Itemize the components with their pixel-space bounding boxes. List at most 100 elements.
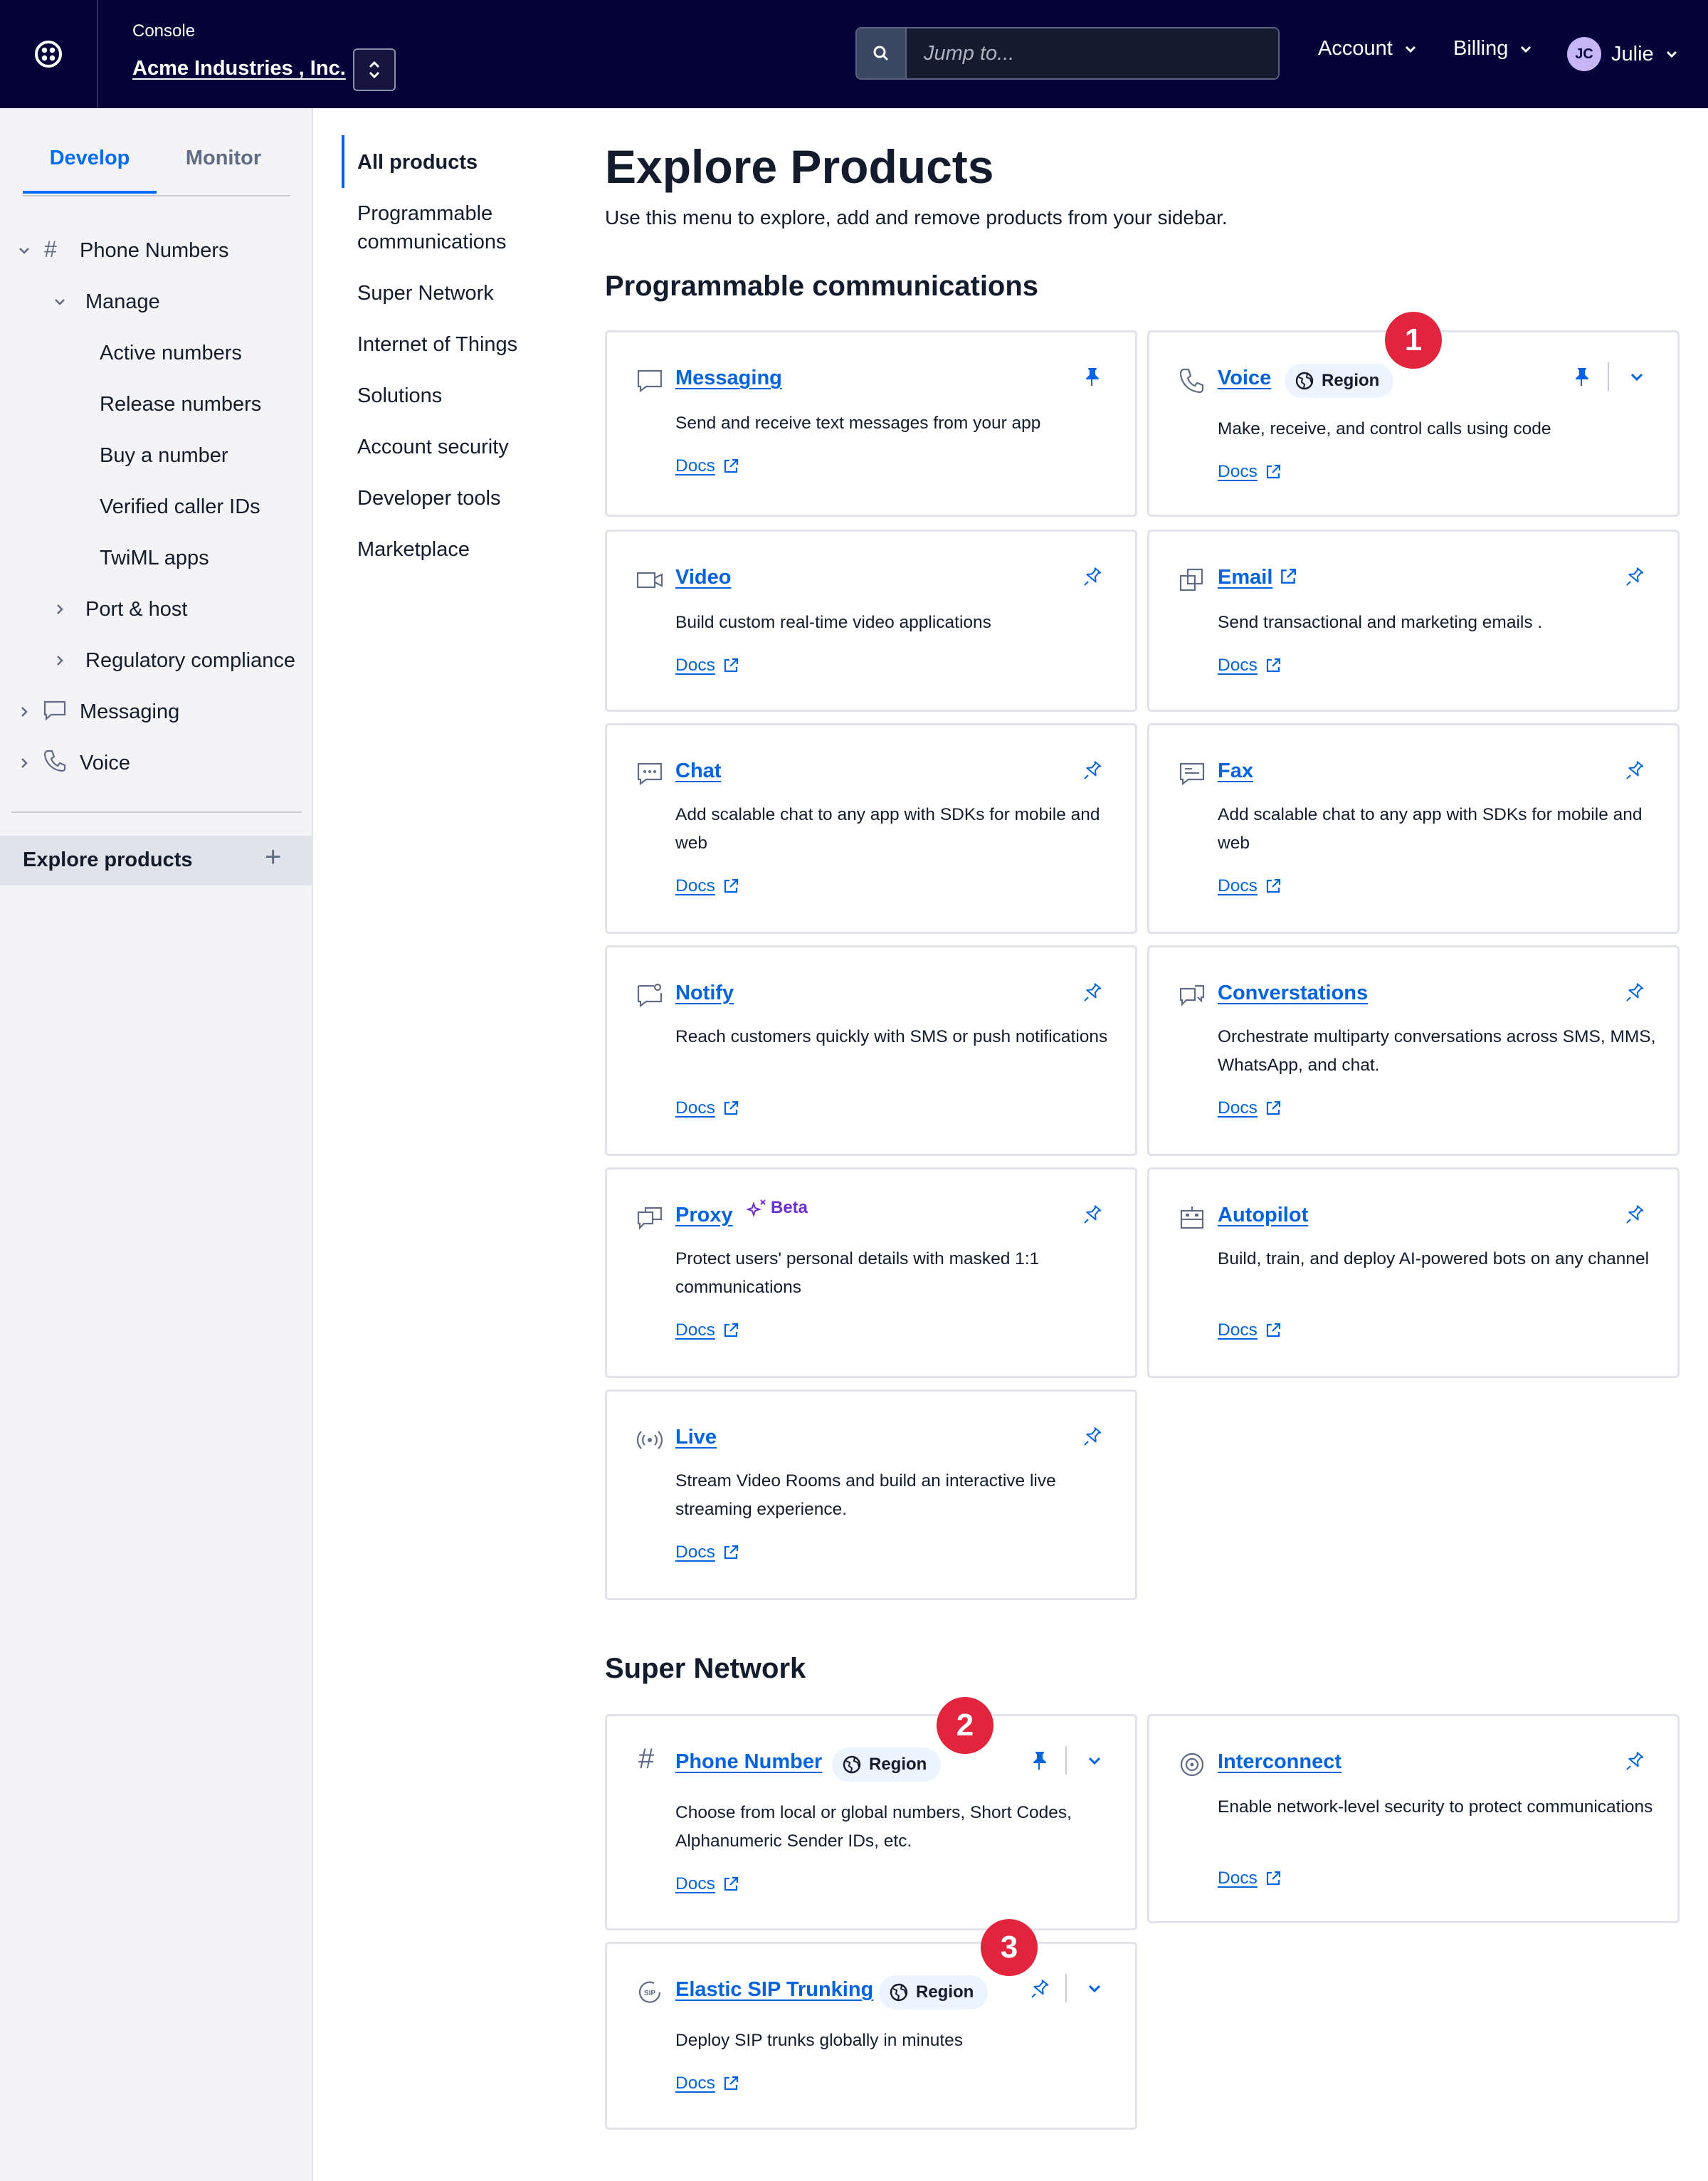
product-title-elastic-sip-trunking[interactable]: Elastic SIP Trunking <box>675 1978 873 2002</box>
sidebar-item-messaging[interactable]: Messaging <box>80 700 179 724</box>
sidebar-item-phone-numbers[interactable]: Phone Numbers <box>80 239 229 263</box>
category-all-products[interactable]: All products <box>357 148 557 177</box>
product-card-live: Live Stream Video Rooms and build an int… <box>605 1389 1137 1600</box>
product-desc-conversations: Orchestrate multiparty conversations acr… <box>1218 1027 1656 1075</box>
product-title-chat[interactable]: Chat <box>675 760 721 783</box>
external-link-icon[interactable] <box>1279 567 1297 586</box>
docs-link-phone-number[interactable]: Docs <box>675 1874 739 1894</box>
category-developer-tools[interactable]: Developer tools <box>357 484 557 513</box>
pin-outline-icon[interactable] <box>1623 982 1645 1003</box>
docs-link-elastic-sip-trunking[interactable]: Docs <box>675 2074 739 2093</box>
docs-label: Docs <box>675 1543 715 1562</box>
sidebar-item-twiml-apps[interactable]: TwiML apps <box>100 547 209 570</box>
product-title-autopilot[interactable]: Autopilot <box>1218 1204 1308 1227</box>
region-badge[interactable]: Region <box>1285 364 1394 398</box>
docs-link-messaging[interactable]: Docs <box>675 456 739 476</box>
pin-outline-icon[interactable] <box>1623 1204 1645 1225</box>
sidebar-item-regulatory-compliance[interactable]: Regulatory compliance <box>85 649 295 673</box>
docs-link-interconnect[interactable]: Docs <box>1218 1869 1282 1888</box>
pin-filled-icon[interactable] <box>1571 367 1592 388</box>
pin-filled-icon[interactable] <box>1081 367 1102 388</box>
docs-link-autopilot[interactable]: Docs <box>1218 1320 1282 1340</box>
product-title-phone-number[interactable]: Phone Number <box>675 1750 822 1774</box>
product-title-notify[interactable]: Notify <box>675 982 734 1005</box>
phone-icon <box>43 750 66 772</box>
product-desc-email: Send transactional and marketing emails … <box>1218 613 1543 632</box>
user-menu[interactable]: JC Julie <box>1567 37 1680 71</box>
robot-icon <box>1180 1207 1204 1229</box>
pin-outline-icon[interactable] <box>1081 1426 1102 1447</box>
pin-outline-icon[interactable] <box>1028 1978 1050 1999</box>
product-title-interconnect[interactable]: Interconnect <box>1218 1750 1341 1774</box>
chevron-right-icon[interactable] <box>53 653 67 668</box>
page-title: Explore Products <box>605 140 994 193</box>
sidebar-item-explore-products[interactable]: Explore products + <box>0 836 313 885</box>
docs-link-conversations[interactable]: Docs <box>1218 1098 1282 1118</box>
twilio-logo[interactable] <box>0 0 98 108</box>
annotation-marker-2: 2 <box>937 1697 993 1754</box>
product-title-conversations[interactable]: Converstations <box>1218 982 1368 1005</box>
category-solutions[interactable]: Solutions <box>357 382 557 410</box>
pin-filled-icon[interactable] <box>1028 1750 1050 1772</box>
chevron-down-icon[interactable] <box>1626 367 1648 388</box>
sip-icon: SIP <box>638 1981 661 2003</box>
search-icon <box>873 46 889 61</box>
category-internet-of-things[interactable]: Internet of Things <box>357 330 557 359</box>
docs-link-video[interactable]: Docs <box>675 656 739 676</box>
sidebar-item-active-numbers[interactable]: Active numbers <box>100 342 242 365</box>
chat-icon <box>637 762 663 786</box>
docs-link-notify[interactable]: Docs <box>675 1098 739 1118</box>
product-title-proxy[interactable]: Proxy <box>675 1204 733 1227</box>
sidebar-item-verified-caller-ids[interactable]: Verified caller IDs <box>100 495 260 519</box>
chevron-down-icon[interactable] <box>1084 1750 1105 1772</box>
docs-link-chat[interactable]: Docs <box>675 876 739 896</box>
category-super-network[interactable]: Super Network <box>357 279 557 308</box>
top-navigation-bar: Console Acme Industries , Inc. Account B… <box>0 0 1708 108</box>
pin-outline-icon[interactable] <box>1623 1750 1645 1772</box>
billing-menu[interactable]: Billing <box>1453 37 1534 61</box>
account-name-link[interactable]: Acme Industries , Inc. <box>132 57 346 80</box>
product-title-fax[interactable]: Fax <box>1218 760 1253 783</box>
plus-icon[interactable]: + <box>265 841 281 873</box>
chevron-down-icon[interactable] <box>53 295 67 309</box>
category-programmable-communications[interactable]: Programmable communications <box>357 199 557 256</box>
product-title-live[interactable]: Live <box>675 1426 717 1449</box>
pin-outline-icon[interactable] <box>1081 982 1102 1003</box>
docs-link-fax[interactable]: Docs <box>1218 876 1282 896</box>
pin-outline-icon[interactable] <box>1081 566 1102 587</box>
region-badge[interactable]: Region <box>879 1975 989 2009</box>
docs-link-email[interactable]: Docs <box>1218 656 1282 676</box>
chevron-right-icon[interactable] <box>53 602 67 616</box>
chevron-down-icon[interactable] <box>17 243 31 258</box>
docs-link-proxy[interactable]: Docs <box>675 1320 739 1340</box>
product-title-voice[interactable]: Voice <box>1218 367 1271 390</box>
sidebar-item-port-host[interactable]: Port & host <box>85 598 187 621</box>
docs-link-voice[interactable]: Docs <box>1218 462 1282 482</box>
sidebar-item-manage[interactable]: Manage <box>85 290 160 314</box>
sidebar-item-voice[interactable]: Voice <box>80 752 130 775</box>
pin-outline-icon[interactable] <box>1623 566 1645 587</box>
product-title-video[interactable]: Video <box>675 566 731 589</box>
category-marketplace[interactable]: Marketplace <box>357 535 557 564</box>
docs-link-live[interactable]: Docs <box>675 1543 739 1562</box>
pin-outline-icon[interactable] <box>1623 760 1645 781</box>
pin-outline-icon[interactable] <box>1081 1204 1102 1225</box>
category-account-security[interactable]: Account security <box>357 433 557 461</box>
sidebar-item-buy-a-number[interactable]: Buy a number <box>100 444 228 468</box>
pin-outline-icon[interactable] <box>1081 760 1102 781</box>
search-button[interactable] <box>857 28 907 78</box>
product-title-messaging[interactable]: Messaging <box>675 367 782 390</box>
chevron-down-icon[interactable] <box>1084 1978 1105 1999</box>
chevron-right-icon[interactable] <box>17 705 31 719</box>
docs-label: Docs <box>1218 876 1258 895</box>
product-title-email[interactable]: Email <box>1218 566 1272 589</box>
account-menu[interactable]: Account <box>1318 37 1418 61</box>
search-input[interactable] <box>907 28 1278 78</box>
region-badge[interactable]: Region <box>832 1748 942 1782</box>
account-switcher-button[interactable] <box>353 48 396 91</box>
tab-monitor[interactable]: Monitor <box>157 147 290 170</box>
sidebar-item-release-numbers[interactable]: Release numbers <box>100 393 261 416</box>
chevron-right-icon[interactable] <box>17 756 31 770</box>
tab-develop[interactable]: Develop <box>23 147 157 170</box>
globe-icon <box>1295 371 1314 391</box>
